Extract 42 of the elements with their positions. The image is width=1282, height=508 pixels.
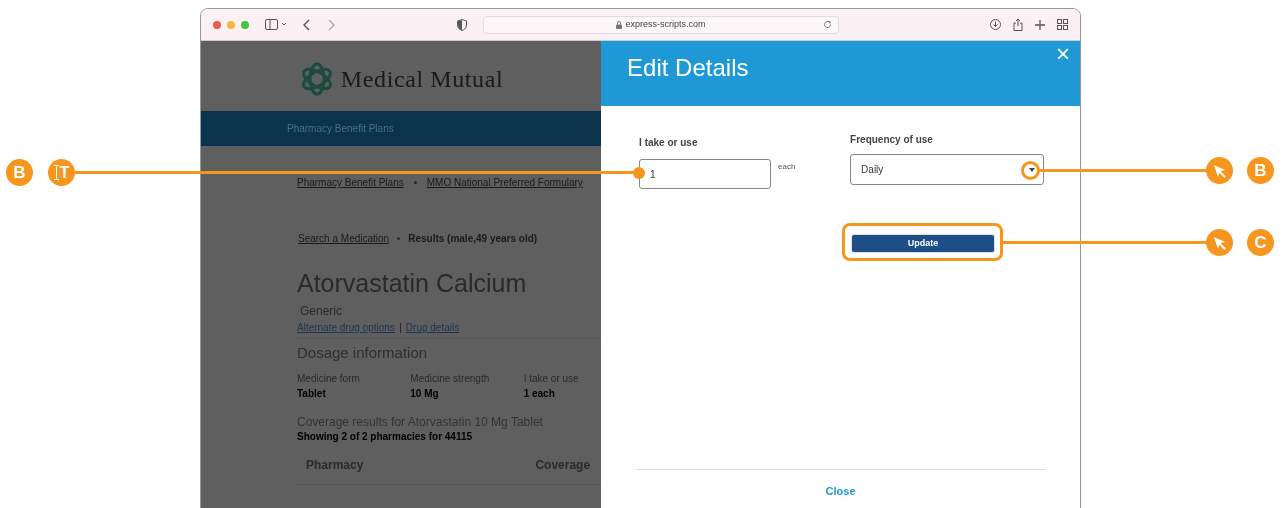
breadcrumb-separator [397,237,401,240]
coverage-count: Showing 2 of 2 pharmacies for 44115 [297,430,474,444]
lock-icon [616,20,623,29]
caret-icon [1029,167,1036,172]
breadcrumb-link[interactable]: Search a Medication [298,231,390,246]
field-value: 10 Mg [410,387,440,401]
nav-item[interactable]: Pharmacy Benefit Plans [287,121,394,136]
download-icon[interactable] [990,19,1001,30]
pointer-cursor-icon [1211,234,1228,251]
shield-icon[interactable] [457,18,467,31]
close-button[interactable]: Close [825,482,856,499]
update-button[interactable]: Update [851,234,996,253]
dialog-title: Edit Details [627,53,749,83]
tab-overview-icon[interactable] [1057,19,1068,30]
pointer-cursor-icon [1211,162,1228,179]
text-cursor-icon [53,165,59,180]
highlight-ring [1021,161,1040,180]
unit-label: each [778,161,796,173]
breadcrumb-separator [413,181,417,184]
new-tab-icon[interactable] [1035,19,1045,30]
frequency-select[interactable]: Daily [850,154,1045,185]
field-label: Frequency of use [850,134,934,146]
drug-link[interactable]: Alternate drug options [297,321,395,335]
logo-text: Medical Mutual [340,65,504,94]
close-window-icon[interactable] [213,20,221,29]
field-label: I take or use [639,137,699,149]
breadcrumb-link[interactable]: Pharmacy Benefit Plans [297,175,404,190]
back-icon[interactable] [303,18,311,31]
field-value: Tablet [297,387,327,401]
quantity-field[interactable]: 1 [639,159,772,189]
field-value: 1 each [523,387,556,401]
text-cursor-badge: T [48,159,75,186]
label-badge: B [6,159,33,186]
share-icon[interactable] [1013,18,1023,31]
breadcrumb-link[interactable]: MMO National Preferred Formulary [426,175,583,190]
label-badge: C [1247,229,1274,256]
sidebar-icon[interactable] [265,19,287,30]
address-bar[interactable]: express-scripts.com [483,15,839,34]
label-badge: B [1247,157,1274,184]
breadcrumb-current: Results (male,49 years old) [408,232,538,246]
drug-link[interactable]: Drug details [405,321,460,335]
reload-icon[interactable] [823,20,832,29]
